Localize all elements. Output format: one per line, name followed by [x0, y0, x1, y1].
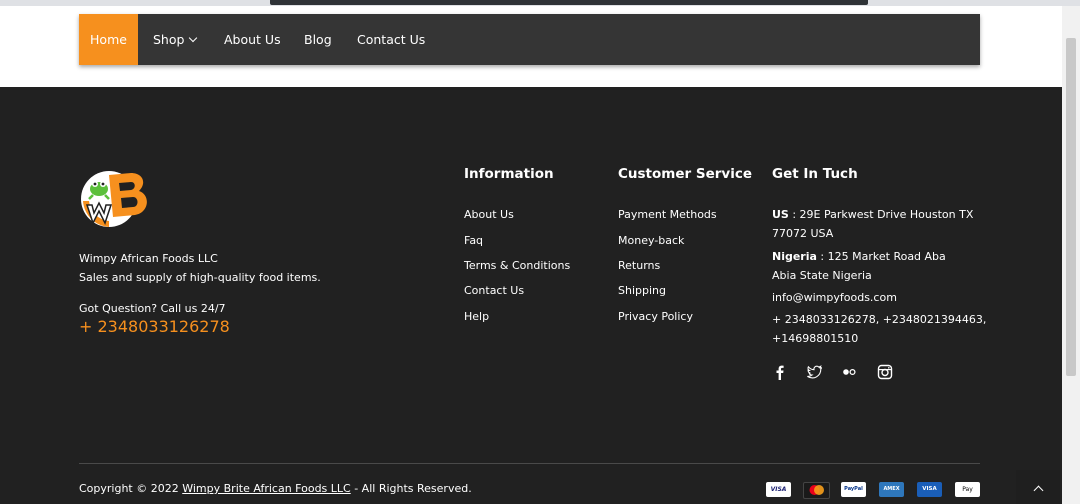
footer-divider: [79, 463, 980, 464]
copyright-link[interactable]: Wimpy Brite African Foods LLC: [182, 482, 350, 495]
header-area: Home Shop About Us Blog Contact Us: [0, 6, 1062, 87]
nigeria-address-line1: : 125 Market Road Aba: [816, 250, 946, 263]
us-address-line1: : 29E Parkwest Drive Houston TX: [788, 208, 974, 221]
nav-item-about-us[interactable]: About Us: [224, 14, 281, 65]
nav-label: Shop: [153, 32, 185, 47]
company-name: Wimpy African Foods LLC: [79, 252, 218, 265]
us-address-line2: 77072 USA: [772, 227, 834, 240]
instagram-icon[interactable]: [877, 364, 893, 380]
chevron-down-icon: [189, 33, 198, 43]
contact-phones[interactable]: + 2348033126278, +2348021394463,: [772, 313, 986, 326]
nav-label: About Us: [224, 32, 281, 47]
link-privacy-policy[interactable]: Privacy Policy: [618, 310, 693, 323]
link-contact-us[interactable]: Contact Us: [464, 284, 524, 297]
contact-email[interactable]: info@wimpyfoods.com: [772, 291, 897, 304]
apple-pay-icon: Pay: [955, 482, 980, 497]
copyright-prefix: Copyright © 2022: [79, 482, 183, 495]
nav-item-home[interactable]: Home: [79, 14, 138, 65]
brand-logo[interactable]: [79, 165, 161, 235]
browser-top-strip: [270, 0, 868, 5]
site-footer: Wimpy African Foods LLC Sales and supply…: [0, 87, 1062, 504]
us-address: US : 29E Parkwest Drive Houston TX: [772, 208, 973, 221]
information-title: Information: [464, 166, 554, 182]
nav-label: Home: [90, 32, 127, 47]
nav-item-contact-us[interactable]: Contact Us: [357, 14, 425, 65]
paypal-icon: PayPal: [841, 482, 866, 497]
contact-phones-line2[interactable]: +14698801510: [772, 332, 858, 345]
link-returns[interactable]: Returns: [618, 259, 660, 272]
link-about-us[interactable]: About Us: [464, 208, 514, 221]
us-label: US: [772, 208, 789, 221]
nav-label: Blog: [304, 32, 332, 47]
phone-number[interactable]: + 2348033126278: [79, 317, 230, 336]
facebook-icon[interactable]: [772, 364, 788, 380]
nav-label: Contact Us: [357, 32, 426, 47]
link-faq[interactable]: Faq: [464, 234, 483, 247]
flickr-icon[interactable]: [841, 364, 857, 380]
apple-pay-label: Pay: [962, 486, 973, 493]
copyright-text: Copyright © 2022 Wimpy Brite African Foo…: [79, 482, 472, 495]
scrollbar-thumb[interactable]: [1066, 38, 1076, 376]
nigeria-label: Nigeria: [772, 250, 817, 263]
visa-icon: VISA: [766, 482, 791, 497]
main-nav: Home Shop About Us Blog Contact Us: [79, 14, 980, 65]
copyright-suffix: - All Rights Reserved.: [350, 482, 472, 495]
company-tagline: Sales and supply of high-quality food it…: [79, 271, 321, 284]
back-to-top-button[interactable]: [1016, 470, 1060, 504]
twitter-icon[interactable]: [806, 364, 822, 380]
link-payment-methods[interactable]: Payment Methods: [618, 208, 717, 221]
get-in-touch-title: Get In Tuch: [772, 166, 858, 182]
call-label: Got Question? Call us 24/7: [79, 302, 226, 315]
link-help[interactable]: Help: [464, 310, 489, 323]
customer-service-title: Customer Service: [618, 166, 752, 182]
chevron-up-icon: [1033, 485, 1044, 496]
link-terms[interactable]: Terms & Conditions: [464, 259, 570, 272]
nigeria-address: Nigeria : 125 Market Road Aba: [772, 250, 946, 263]
nigeria-address-line2: Abia State Nigeria: [772, 269, 872, 282]
nav-item-blog[interactable]: Blog: [304, 14, 332, 65]
nav-item-shop[interactable]: Shop: [153, 14, 198, 65]
visa-electron-icon: VISA: [917, 482, 942, 497]
mastercard-icon: [803, 482, 830, 499]
link-shipping[interactable]: Shipping: [618, 284, 666, 297]
amex-icon: AMEX: [879, 482, 904, 497]
link-money-back[interactable]: Money-back: [618, 234, 684, 247]
